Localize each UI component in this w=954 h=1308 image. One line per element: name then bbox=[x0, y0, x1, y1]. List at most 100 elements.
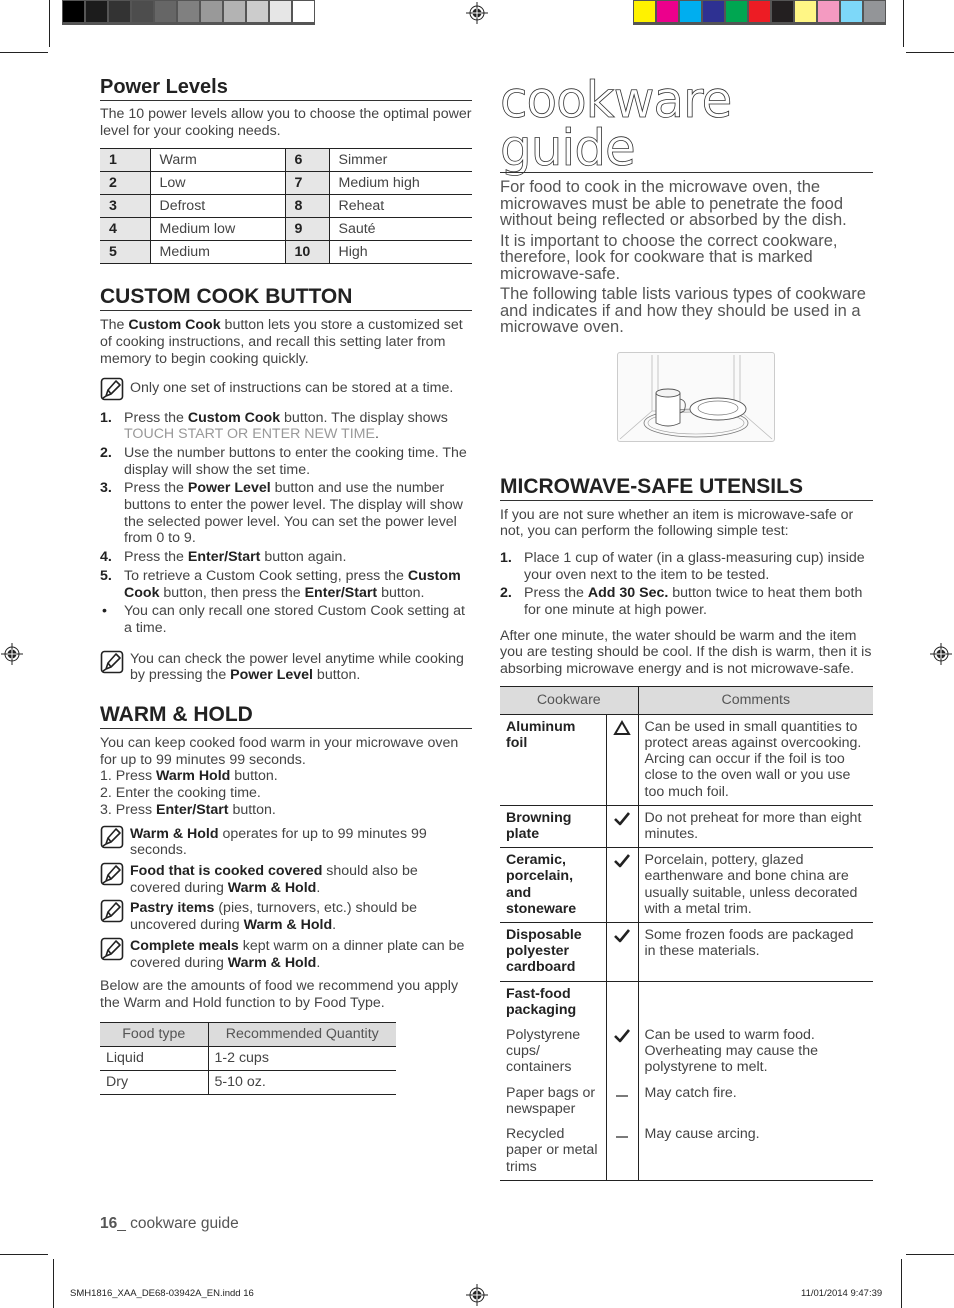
crop-mark bbox=[49, 0, 50, 47]
level-number: 4 bbox=[100, 217, 150, 242]
comment-cell: May catch fire. bbox=[644, 1084, 737, 1101]
color-swatch bbox=[818, 1, 839, 22]
microwave-test-steps: 1. Place 1 cup of water (in a glass-measu… bbox=[500, 550, 873, 619]
page-footer: 16_ cookware guide bbox=[100, 1215, 239, 1233]
slug-filename: SMH1816_XAA_DE68-03942A_EN.indd 16 bbox=[70, 1288, 254, 1299]
color-swatch bbox=[224, 1, 245, 22]
warm-hold-step: 3. Press Enter/Start button. bbox=[100, 801, 276, 818]
cookware-row: Aluminum foil Can be used in small quanti… bbox=[500, 714, 873, 806]
step: 2. Use the number buttons to enter the co… bbox=[100, 444, 467, 478]
display-message: TOUCH START OR ENTER NEW TIME bbox=[124, 426, 375, 443]
note-pencil-icon bbox=[100, 937, 124, 961]
microwave-safe-intro: If you are not sure whether an item is m… bbox=[500, 506, 854, 540]
table-row: Liquid 1-2 cups bbox=[100, 1046, 396, 1071]
food-quantity-table: Food type Recommended Quantity Liquid 1-2… bbox=[100, 1021, 396, 1095]
food-type-cell: Dry bbox=[100, 1070, 209, 1095]
not-recommended-dash-icon bbox=[616, 1136, 628, 1138]
cmyk-color-bar bbox=[633, 0, 886, 25]
color-swatch bbox=[63, 1, 84, 22]
cookware-item: Recycled paper or metal trims bbox=[500, 1122, 606, 1181]
crop-mark bbox=[0, 52, 48, 53]
color-swatch bbox=[772, 1, 793, 22]
note-text: Warm & Hold operates for up to 99 minute… bbox=[130, 825, 427, 859]
color-swatch bbox=[86, 1, 107, 22]
cookware-row: Paper bags or newspaper May catch fire. bbox=[500, 1080, 873, 1123]
check-icon bbox=[614, 854, 631, 868]
color-swatch bbox=[703, 1, 724, 22]
step: 2. Press the Add 30 Sec. button twice to … bbox=[500, 585, 863, 619]
color-swatch bbox=[109, 1, 130, 22]
column-header: Comments bbox=[637, 685, 873, 715]
note-pencil-icon bbox=[100, 825, 124, 848]
level-label: Reheat bbox=[328, 194, 472, 219]
cookware-item: Ceramic, porcelain, and stoneware bbox=[500, 847, 606, 924]
suitability-cell bbox=[605, 714, 639, 806]
color-swatch bbox=[726, 1, 747, 22]
note: Warm & Hold operates for up to 99 minute… bbox=[100, 825, 472, 859]
color-swatch bbox=[749, 1, 770, 22]
color-swatch bbox=[795, 1, 816, 22]
crop-mark bbox=[53, 1259, 54, 1308]
warm-hold-heading: WARM & HOLD bbox=[100, 703, 472, 730]
quantity-cell: 1-2 cups bbox=[208, 1046, 396, 1071]
color-swatch bbox=[178, 1, 199, 22]
note-pencil-icon bbox=[100, 377, 124, 400]
comment-cell: Porcelain, pottery, glazed earthenware a… bbox=[638, 847, 873, 924]
level-label: Medium bbox=[149, 240, 286, 265]
level-label: Sauté bbox=[328, 217, 472, 242]
microwave-interior-image bbox=[619, 354, 773, 439]
note-pencil-icon bbox=[100, 862, 124, 886]
suitability-cell bbox=[605, 847, 639, 924]
comment-cell: Do not preheat for more than eight minut… bbox=[638, 805, 873, 849]
cookware-item: Browning plate bbox=[500, 805, 606, 849]
level-number: 6 bbox=[285, 148, 329, 173]
warm-hold-step: 2. Enter the cooking time. bbox=[100, 785, 261, 802]
color-swatch bbox=[864, 1, 885, 22]
bullet-item: • You can only recall one stored Custom C… bbox=[102, 603, 465, 636]
intro-paragraph: The following table lists various types … bbox=[500, 285, 866, 336]
level-number: 7 bbox=[285, 171, 329, 196]
right-column: cookware guide For food to cook in the m… bbox=[500, 75, 873, 1181]
level-label: Warm bbox=[149, 148, 286, 173]
check-icon bbox=[614, 812, 631, 826]
color-swatch bbox=[657, 1, 678, 22]
note-text: Food that is cooked covered should also … bbox=[130, 862, 418, 896]
caution-triangle-icon bbox=[613, 719, 631, 735]
cookware-row: Browning plate Do not preheat for more th… bbox=[500, 805, 873, 849]
warm-hold-intro: You can keep cooked food warm in your mi… bbox=[100, 735, 459, 768]
microwave-safe-section: MICROWAVE-SAFE UTENSILS If you are not s… bbox=[500, 475, 873, 1181]
column-header: Food type bbox=[100, 1021, 209, 1047]
note-text: Complete meals kept warm on a dinner pla… bbox=[130, 937, 465, 971]
note: You can check the power level anytime wh… bbox=[100, 650, 472, 684]
color-swatch bbox=[247, 1, 268, 22]
custom-cook-intro: The Custom Cook button lets you store a … bbox=[100, 317, 463, 367]
warm-hold-step: 1. Press Warm Hold button. bbox=[100, 768, 278, 785]
food-type-cell: Liquid bbox=[100, 1046, 209, 1071]
comment-cell: Can be used to warm food. Overheating ma… bbox=[644, 1027, 819, 1076]
level-label: Medium high bbox=[328, 171, 472, 196]
power-level-row: 1 Warm 6 Simmer bbox=[100, 148, 472, 173]
crop-mark bbox=[906, 1254, 954, 1255]
power-levels-section: Power Levels The 10 power levels allow y… bbox=[100, 76, 472, 265]
step: 1. Place 1 cup of water (in a glass-measu… bbox=[500, 549, 865, 583]
intro-paragraph: It is important to choose the correct co… bbox=[500, 231, 838, 283]
cookware-item: Aluminum foil bbox=[500, 714, 606, 806]
warm-hold-section: WARM & HOLD You can keep cooked food war… bbox=[100, 703, 472, 1095]
slug-timestamp: 11/01/2014 9:47:39 bbox=[801, 1288, 883, 1299]
left-column: Power Levels The 10 power levels allow y… bbox=[100, 76, 472, 1095]
color-swatch bbox=[634, 1, 655, 22]
level-number: 10 bbox=[285, 240, 329, 265]
not-recommended-dash-icon bbox=[616, 1095, 628, 1097]
step: 4. Press the Enter/Start button again. bbox=[100, 549, 347, 566]
custom-cook-heading: CUSTOM COOK BUTTON bbox=[100, 285, 472, 312]
check-icon bbox=[614, 1029, 631, 1043]
grayscale-color-bar bbox=[62, 0, 315, 25]
power-level-row: 3 Defrost 8 Reheat bbox=[100, 194, 472, 219]
level-number: 9 bbox=[285, 217, 329, 242]
cookware-row: Ceramic, porcelain, and stoneware Porcela… bbox=[500, 847, 873, 924]
registration-mark-icon bbox=[930, 643, 952, 665]
cookware-item: Disposable polyester cardboard bbox=[500, 922, 606, 982]
microwave-safe-heading: MICROWAVE-SAFE UTENSILS bbox=[500, 475, 873, 501]
intro-paragraph: For food to cook in the microwave oven, … bbox=[500, 178, 847, 229]
note: Only one set of instructions can be stor… bbox=[100, 377, 472, 401]
